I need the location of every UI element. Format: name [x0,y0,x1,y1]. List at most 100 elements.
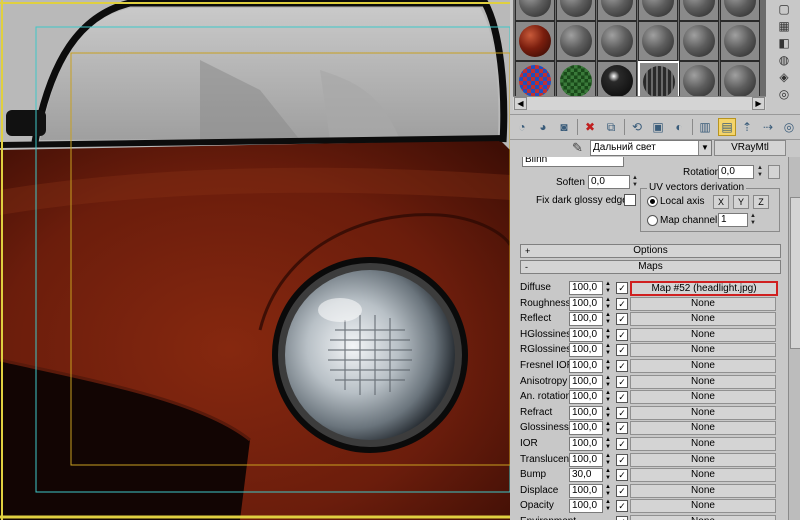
map-slot-button[interactable]: None [630,483,776,498]
map-amount-input[interactable]: 30,0 [569,468,603,483]
eyedropper-icon[interactable]: ✎ [572,140,583,156]
map-slot-button[interactable]: None [630,515,776,520]
map-enable-checkbox[interactable]: ✓ [616,328,628,341]
map-amount-spinner[interactable]: ▲ ▼ [604,453,612,467]
map-amount-input[interactable]: 100,0 [569,359,603,373]
sample-slot[interactable] [679,61,719,101]
sample-slot[interactable] [597,21,637,61]
material-type-button[interactable]: VRayMtl [714,140,786,156]
map-amount-spinner[interactable]: ▲ ▼ [604,421,612,435]
show-map-icon[interactable]: ▥ [697,119,713,135]
map-slot-button[interactable]: None [630,499,776,514]
map-slot-button[interactable]: None [630,468,776,483]
material-name-field[interactable]: Дальний свет ▼ [590,140,712,156]
sample-slot[interactable] [556,21,596,61]
sample-uv-icon[interactable]: ◧ [776,36,792,50]
map-enable-checkbox[interactable]: ✓ [616,391,628,404]
rotation-spinner[interactable]: ▲ ▼ [756,165,764,179]
get-material-icon[interactable]: ◔ [514,119,530,135]
pin-icon[interactable]: ▢ [776,2,792,16]
map-enable-checkbox[interactable]: ✓ [616,500,628,513]
sample-slot[interactable] [720,21,760,61]
map-amount-input[interactable]: 100,0 [569,437,603,451]
sample-slot[interactable] [720,61,760,101]
show-end-result-icon[interactable]: ▤ [718,118,736,136]
map-slot-button[interactable]: None [630,452,776,467]
sample-slot[interactable] [638,21,678,61]
soften-spinner[interactable]: ▲ ▼ [631,175,639,189]
map-slot-button[interactable]: None [630,296,776,311]
map-channel-radio[interactable] [647,215,658,226]
map-amount-spinner[interactable]: ▲ ▼ [604,328,612,342]
material-effects-icon[interactable]: ◐ [671,119,687,135]
map-enable-checkbox[interactable]: ✓ [616,282,628,294]
map-enable-checkbox[interactable]: ✓ [616,422,628,435]
map-enable-checkbox[interactable]: ✓ [616,484,628,497]
sample-slot[interactable] [720,0,760,21]
rotation-input[interactable]: 0,0 [718,165,754,179]
map-amount-input[interactable]: 100,0 [569,343,603,358]
scroll-right-icon[interactable]: ▶ [752,97,765,110]
assign-material-icon[interactable]: ◙ [556,119,572,135]
select-by-material-icon[interactable]: ◎ [781,119,797,135]
scroll-left-icon[interactable]: ◀ [514,97,527,110]
sample-slot[interactable] [679,0,719,21]
render-viewport[interactable] [0,0,510,520]
sample-slot[interactable] [597,61,637,101]
map-enable-checkbox[interactable]: ✓ [616,360,628,372]
map-amount-spinner[interactable]: ▲ ▼ [604,468,612,482]
map-amount-spinner[interactable]: ▲ ▼ [604,359,612,373]
map-amount-input[interactable]: 100,0 [569,421,603,436]
axis-x-button[interactable]: X [713,195,729,209]
fix-dark-glossy-checkbox[interactable] [624,194,636,206]
sample-slot[interactable] [556,0,596,21]
local-axis-radio[interactable] [647,196,658,207]
map-amount-spinner[interactable]: ▲ ▼ [604,375,612,389]
go-to-parent-icon[interactable]: ⇡ [739,119,755,135]
map-enable-checkbox[interactable]: ✓ [616,297,628,310]
map-slot-button[interactable]: None [630,312,776,327]
sample-slot[interactable] [638,0,678,21]
axis-z-button[interactable]: Z [753,195,769,209]
map-amount-input[interactable]: 100,0 [569,374,603,389]
map-amount-input[interactable]: 100,0 [569,390,603,405]
sample-slot[interactable] [515,61,555,101]
map-slot-button[interactable]: None [630,421,776,436]
map-amount-input[interactable]: 100,0 [569,483,603,498]
map-channel-input[interactable]: 1 [718,213,748,227]
map-slot-button[interactable]: None [630,405,776,420]
sample-slot[interactable] [597,0,637,21]
map-amount-input[interactable]: 100,0 [569,452,603,467]
sample-slot[interactable] [679,21,719,61]
go-forward-icon[interactable]: ⇢ [760,119,776,135]
map-slot-button[interactable]: None [630,437,776,451]
map-amount-input[interactable]: 100,0 [569,296,603,311]
rotation-map-button[interactable] [768,165,780,179]
map-amount-spinner[interactable]: ▲ ▼ [604,343,612,357]
map-amount-input[interactable]: 100,0 [569,327,603,342]
map-slot-button[interactable]: None [630,374,776,389]
put-material-icon[interactable]: ◕ [535,119,551,135]
map-amount-spinner[interactable]: ▲ ▼ [604,484,612,498]
map-enable-checkbox[interactable]: ✓ [616,516,628,520]
reset-map-icon[interactable]: ✖ [582,119,598,135]
map-channel-spinner[interactable]: ▲ ▼ [749,213,757,227]
map-slot-button[interactable]: None [630,343,776,358]
map-enable-checkbox[interactable]: ✓ [616,453,628,466]
map-enable-checkbox[interactable]: ✓ [616,344,628,357]
map-slot-button[interactable]: None [630,327,776,342]
map-amount-input[interactable]: 100,0 [569,312,603,327]
map-amount-spinner[interactable]: ▲ ▼ [604,312,612,326]
sample-slots-scrollbar[interactable]: ◀ ▶ [513,96,766,110]
map-enable-checkbox[interactable]: ✓ [616,375,628,388]
map-enable-checkbox[interactable]: ✓ [616,438,628,450]
axis-y-button[interactable]: Y [733,195,749,209]
map-amount-input[interactable]: 100,0 [569,281,603,295]
map-amount-spinner[interactable]: ▲ ▼ [604,390,612,404]
panel-scrollbar[interactable] [788,157,800,520]
map-amount-spinner[interactable]: ▲ ▼ [604,297,612,311]
maps-rollout-header[interactable]: - Maps [520,260,781,274]
sphere-icon[interactable]: ◍ [776,53,792,67]
put-library-icon[interactable]: ▣ [650,119,666,135]
map-enable-checkbox[interactable]: ✓ [616,406,628,419]
